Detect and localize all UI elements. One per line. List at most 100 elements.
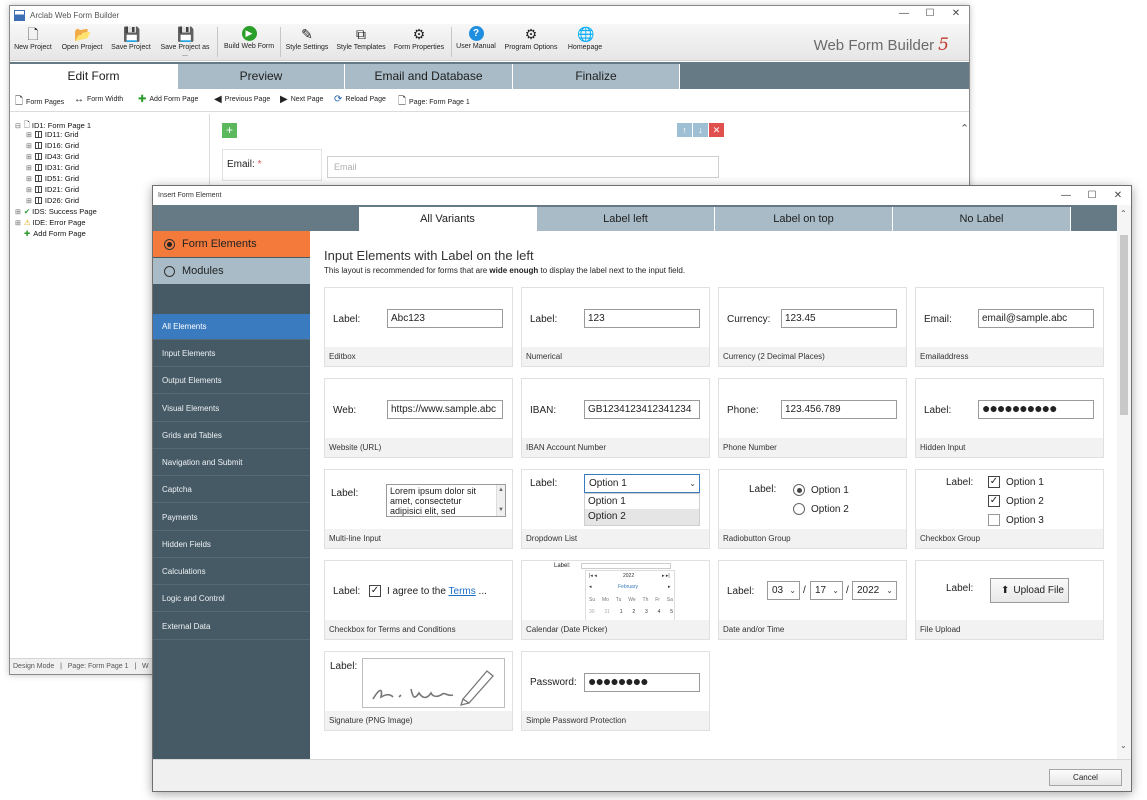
user-manual-button[interactable]: ? User Manual [455, 26, 497, 60]
nav-calculations[interactable]: Calculations [153, 559, 310, 585]
textarea-scrollbar: ▲ ▼ [496, 485, 505, 516]
signature-pad [362, 658, 505, 708]
card-terms[interactable]: Label: ✓ I agree to the Terms ... Checkb… [324, 560, 513, 640]
card-hidden-input[interactable]: Label: ●●●●●●●●●● Hidden Input [915, 378, 1104, 458]
tree-node-grid[interactable]: ⊞ ID43: Grid [26, 152, 79, 161]
dropdown-selected: Option 1 [589, 478, 627, 489]
maximize-icon[interactable]: ☐ [917, 6, 943, 24]
maximize-icon[interactable]: ☐ [1079, 186, 1105, 205]
tab-all-variants[interactable]: All Variants [359, 207, 537, 231]
tree-node-grid[interactable]: ⊞ ID51: Grid [26, 174, 79, 183]
subtitle-text: to display the label next to the input f… [538, 266, 686, 275]
minimize-icon[interactable]: — [1053, 186, 1079, 205]
tree-node-grid[interactable]: ⊞ ID26: Grid [26, 196, 79, 205]
form-pages-button[interactable]: 🗋 Form Pages [15, 94, 64, 111]
move-up-icon[interactable]: ↑ [677, 123, 692, 137]
nav-grids-tables[interactable]: Grids and Tables [153, 423, 310, 449]
card-caption: Radiobutton Group [719, 529, 906, 548]
cancel-button[interactable]: Cancel [1049, 769, 1122, 786]
tree-node-error[interactable]: ⊞ ⚠ IDE: Error Page [15, 218, 86, 227]
scrollbar-thumb[interactable] [1120, 235, 1128, 415]
save-project-button[interactable]: 💾 Save Project [110, 26, 152, 60]
tab-finalize[interactable]: Finalize [513, 64, 680, 89]
previous-page-button[interactable]: ◀ Previous Page [214, 94, 270, 105]
card-editbox[interactable]: Label: Abc123 Editbox [324, 287, 513, 367]
nav-external-data[interactable]: External Data [153, 614, 310, 640]
card-website[interactable]: Web: https://www.sample.abc Website (URL… [324, 378, 513, 458]
card-password[interactable]: Password: ●●●●●●●● Simple Password Prote… [521, 651, 710, 731]
tree-node-add-page[interactable]: ✚ Add Form Page [24, 229, 86, 238]
close-icon[interactable]: ✕ [1105, 186, 1131, 205]
tree-node-grid[interactable]: ⊞ ID21: Grid [26, 185, 79, 194]
page-icon: 🗋 [398, 96, 407, 107]
nav-captcha[interactable]: Captcha [153, 477, 310, 503]
tab-label-left[interactable]: Label left [537, 207, 715, 231]
app-icon [14, 9, 25, 21]
card-signature[interactable]: Label: Signature (PNG Image) [324, 651, 513, 731]
save-project-as-button[interactable]: 💾 Save Project as ... [157, 26, 213, 60]
page-indicator[interactable]: 🗋 Page: Form Page 1 [398, 94, 470, 111]
open-project-button[interactable]: 📂 Open Project [59, 26, 105, 60]
program-options-button[interactable]: ⚙ Program Options [503, 26, 559, 60]
card-label: Label: [727, 586, 755, 597]
nav-output-elements[interactable]: Output Elements [153, 368, 310, 394]
scroll-up-icon[interactable]: ⌃ [960, 122, 969, 135]
status-page: Page: Form Page 1 [67, 663, 129, 670]
nav-visual-elements[interactable]: Visual Elements [153, 396, 310, 422]
card-calendar[interactable]: Label: |◂ ◂ 2022 ▸ ▸| ◂ February ▸ Su Mo T… [521, 560, 710, 640]
card-checkbox-group[interactable]: Label: ✓ Option 1 ✓ Option 2 Option 3 Ch… [915, 469, 1104, 549]
card-phone[interactable]: Phone: 123.456.789 Phone Number [718, 378, 907, 458]
close-icon[interactable]: ✕ [943, 6, 969, 24]
tab-email-database[interactable]: Email and Database [345, 64, 513, 89]
homepage-button[interactable]: 🌐 Homepage [565, 26, 605, 60]
scroll-up-icon[interactable]: ⌃ [1120, 209, 1127, 218]
style-settings-button[interactable]: ✎ Style Settings [284, 26, 330, 60]
card-radio-group[interactable]: Label: Option 1 Option 2 Radiobutton Gro… [718, 469, 907, 549]
day: 5 [670, 609, 673, 615]
add-element-icon[interactable]: + [222, 123, 237, 138]
style-templates-button[interactable]: ⧉ Style Templates [335, 26, 387, 60]
card-iban[interactable]: IBAN: GB1234123412341234 IBAN Account Nu… [521, 378, 710, 458]
build-web-form-button[interactable]: ▶ Build Web Form [222, 26, 276, 60]
next-page-button[interactable]: ▶ Next Page [280, 94, 323, 105]
nav-logic-control[interactable]: Logic and Control [153, 586, 310, 612]
day-value: 17 [815, 585, 827, 596]
form-width-button[interactable]: ↔ Form Width [74, 94, 123, 105]
tab-no-label[interactable]: No Label [893, 207, 1071, 231]
tree-node-grid[interactable]: ⊞ ID16: Grid [26, 141, 79, 150]
nav-input-elements[interactable]: Input Elements [153, 341, 310, 367]
delete-icon[interactable]: ✕ [709, 123, 724, 137]
nav-navigation-submit[interactable]: Navigation and Submit [153, 450, 310, 476]
tab-edit-form[interactable]: Edit Form [10, 64, 178, 89]
move-down-icon[interactable]: ↓ [693, 123, 708, 137]
card-email[interactable]: Email: email@sample.abc Emailaddress [915, 287, 1104, 367]
form-properties-button[interactable]: ⚙ Form Properties [392, 26, 446, 60]
tab-label-on-top[interactable]: Label on top [715, 207, 893, 231]
tree-node-grid[interactable]: ⊞ ID31: Grid [26, 163, 79, 172]
nav-all-elements[interactable]: All Elements [153, 314, 310, 340]
card-multiline[interactable]: Label: Lorem ipsum dolor sit amet, conse… [324, 469, 513, 549]
tab-preview[interactable]: Preview [178, 64, 345, 89]
tree-node-success[interactable]: ⊞ ✔ IDS: Success Page [15, 207, 97, 216]
card-date-time[interactable]: Label: 03 ⌄ / 17 ⌄ / 2022 ⌄ Date and/or Tim… [718, 560, 907, 640]
nav-payments[interactable]: Payments [153, 505, 310, 531]
card-dropdown[interactable]: Label: Option 1 ⌄ Option 1 Option 2 Dropd… [521, 469, 710, 549]
ribbon-label: Program Options [504, 44, 558, 51]
card-numerical[interactable]: Label: 123 Numerical [521, 287, 710, 367]
add-form-page-button[interactable]: ✚ Add Form Page [138, 94, 198, 105]
mode-modules[interactable]: Modules [153, 258, 310, 284]
tree-label: ID1: Form Page 1 [31, 121, 92, 130]
mode-form-elements[interactable]: Form Elements [153, 231, 310, 257]
scroll-down-icon[interactable]: ⌄ [1120, 741, 1127, 750]
card-file-upload[interactable]: Label: ⬆ Upload File File Upload [915, 560, 1104, 640]
tree-node-grid[interactable]: ⊞ ID11: Grid [26, 130, 79, 139]
minimize-icon[interactable]: — [891, 6, 917, 24]
nav-hidden-fields[interactable]: Hidden Fields [153, 532, 310, 558]
reload-page-button[interactable]: ⟳ Reload Page [334, 94, 386, 105]
grid-icon [34, 131, 42, 138]
new-project-button[interactable]: 🗋 New Project [13, 26, 53, 60]
card-currency[interactable]: Currency: 123.45 Currency (2 Decimal Pla… [718, 287, 907, 367]
canvas-email-input[interactable]: Email [327, 156, 719, 178]
style-settings-icon: ✎ [301, 26, 313, 42]
dialog-scrollbar[interactable]: ⌃ ⌄ [1117, 205, 1131, 760]
